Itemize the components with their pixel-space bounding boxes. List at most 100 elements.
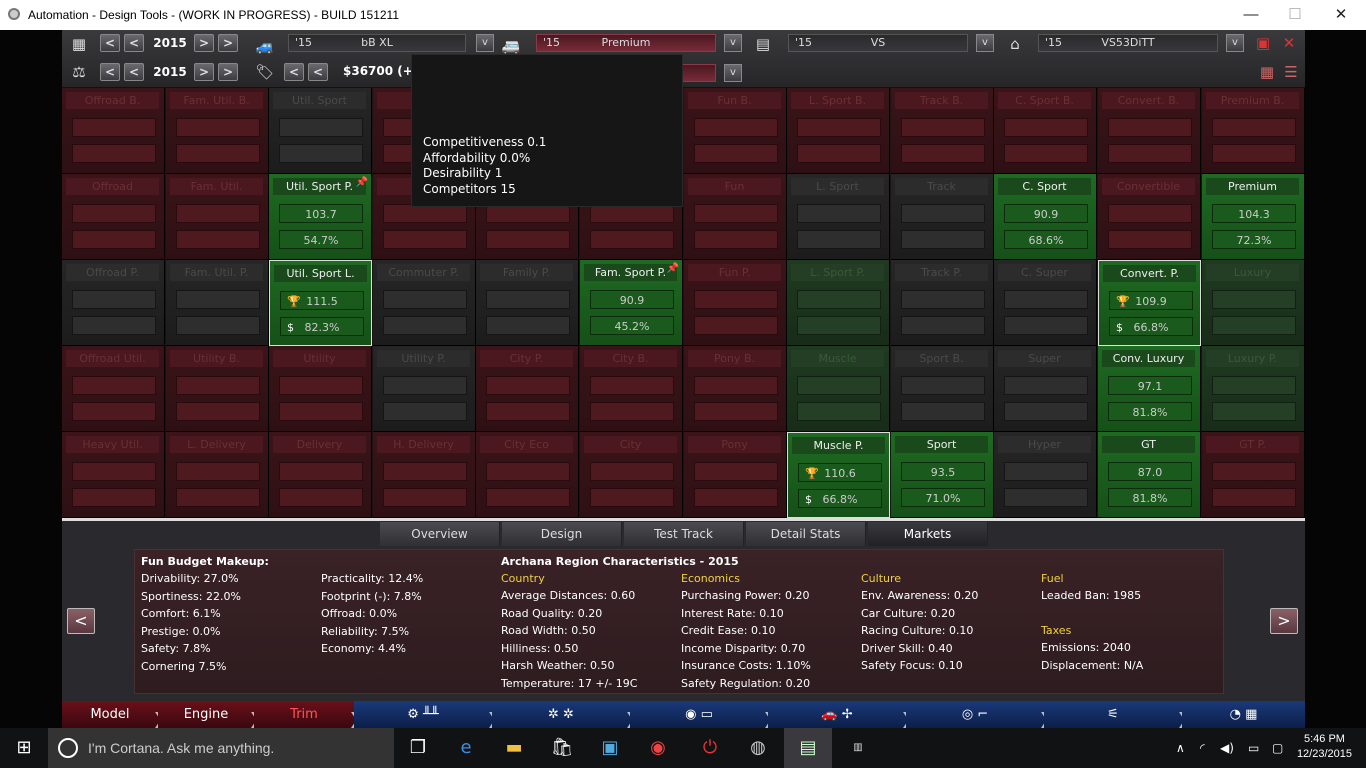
nav-parts[interactable]: ⚟❯	[1044, 701, 1190, 728]
market-cell[interactable]: Track B.	[891, 88, 994, 174]
keyboard-icon[interactable]: ▭	[1248, 728, 1259, 768]
market-cell[interactable]: Muscle P. 110.6 🏆 66.8% $	[787, 432, 890, 518]
maximize-button[interactable]: ☐	[1272, 2, 1318, 28]
nav-body[interactable]: ◉ ▭❯	[630, 701, 776, 728]
pin-icon[interactable]: 📌	[667, 263, 679, 274]
nav-finish[interactable]: ◔ ▦	[1182, 701, 1305, 728]
edge-icon[interactable]: e	[442, 728, 490, 768]
market-cell[interactable]: Offroad P.	[62, 260, 165, 346]
market-cell[interactable]: Utility	[269, 346, 372, 432]
chrome-icon[interactable]: ◉	[634, 728, 682, 768]
market-cell[interactable]: Fun	[684, 174, 787, 260]
market-cell[interactable]: Fun B.	[684, 88, 787, 174]
model-dropdown-button[interactable]: v	[476, 34, 494, 52]
engine-family-selector[interactable]: '15 VS	[788, 34, 968, 52]
tab-overview[interactable]: Overview	[380, 522, 500, 546]
market-cell[interactable]: Convert. B.	[1098, 88, 1201, 174]
tab-design[interactable]: Design	[502, 522, 622, 546]
engine-family-dropdown-button[interactable]: v	[976, 34, 994, 52]
close-design-icon[interactable]: ✕	[1278, 33, 1300, 53]
next-page-button[interactable]: >	[1270, 608, 1298, 634]
trim-dropdown-button[interactable]: v	[724, 34, 742, 52]
file-explorer-icon[interactable]: ▬	[490, 728, 538, 768]
market-cell[interactable]: Offroad Util.	[62, 346, 165, 432]
notepad-icon[interactable]: ▥	[834, 728, 882, 768]
market-cell[interactable]: Heavy Util.	[62, 432, 165, 518]
cortana-search[interactable]: I'm Cortana. Ask me anything.	[48, 728, 394, 768]
year2-prev-fast-button[interactable]: <	[100, 63, 120, 81]
year-prev-fast-button[interactable]: <	[100, 34, 120, 52]
year-next-button[interactable]: >	[194, 34, 214, 52]
nav-gearbox[interactable]: ⚙ ╨╨❯	[354, 701, 500, 728]
market-cell[interactable]: C. Super	[994, 260, 1097, 346]
market-cell[interactable]: Family P.	[476, 260, 579, 346]
market-cell[interactable]: Fam. Util. B.	[166, 88, 269, 174]
market-cell[interactable]: Hyper	[994, 432, 1097, 518]
save-icon[interactable]: ▣	[1252, 33, 1274, 53]
market-cell[interactable]: H. Delivery	[373, 432, 476, 518]
trim-selector[interactable]: '15 Premium	[536, 34, 716, 52]
market-cell[interactable]: Pony B.	[684, 346, 787, 432]
tab-markets[interactable]: Markets	[868, 522, 988, 546]
price-prev-button[interactable]: <	[308, 63, 328, 81]
automation-game-icon[interactable]: ▤	[784, 728, 832, 768]
chevron-up-icon[interactable]: ∧	[1176, 728, 1185, 768]
tab-test-track[interactable]: Test Track	[624, 522, 744, 546]
power-app-icon[interactable]: ⏻	[686, 728, 734, 768]
grid-view-icon[interactable]: ▦	[1256, 62, 1278, 82]
nav-model[interactable]: Model❯	[62, 701, 166, 728]
engine-variant-selector[interactable]: '15 VS53DiTT	[1038, 34, 1218, 52]
network-icon[interactable]: ◜	[1200, 728, 1205, 768]
tab-detail-stats[interactable]: Detail Stats	[746, 522, 866, 546]
market-cell[interactable]: C. Sport 90.9 68.6%	[994, 174, 1097, 260]
market-cell[interactable]: City P.	[476, 346, 579, 432]
market-cell[interactable]: Util. Sport P. 📌 103.7 54.7%	[269, 174, 372, 260]
nav-trim[interactable]: Trim❯	[254, 701, 362, 728]
market-cell[interactable]: Luxury	[1202, 260, 1305, 346]
market-cell[interactable]: Utility P.	[373, 346, 476, 432]
pin-icon[interactable]: 📌	[356, 177, 368, 188]
nav-interior[interactable]: ◎ ⌐❯	[906, 701, 1052, 728]
list-view-icon[interactable]: ☰	[1280, 62, 1302, 82]
market-cell[interactable]: Premium 104.3 72.3%	[1202, 174, 1305, 260]
market-cell[interactable]: L. Delivery	[166, 432, 269, 518]
market-cell[interactable]: Util. Sport L. 111.5 🏆 82.3% $	[269, 260, 372, 346]
market-cell[interactable]: L. Sport B.	[787, 88, 890, 174]
market-cell[interactable]: Sport B.	[891, 346, 994, 432]
market-cell[interactable]: Util. Sport	[269, 88, 372, 174]
market-cell[interactable]: C. Sport B.	[994, 88, 1097, 174]
market-cell[interactable]: Sport 93.5 71.0%	[891, 432, 994, 518]
minimize-button[interactable]: —	[1228, 2, 1274, 28]
volume-icon[interactable]: ◀)	[1220, 728, 1234, 768]
market-cell[interactable]: Track P.	[891, 260, 994, 346]
year2-prev-button[interactable]: <	[124, 63, 144, 81]
calendar-icon[interactable]: ▦	[68, 34, 90, 54]
prev-page-button[interactable]: <	[67, 608, 95, 634]
market-cell[interactable]: L. Sport	[787, 174, 890, 260]
close-button[interactable]: ✕	[1318, 2, 1364, 28]
market-cell[interactable]: L. Sport P.	[787, 260, 890, 346]
price-prev-fast-button[interactable]: <	[284, 63, 304, 81]
model-selector[interactable]: '15 bB XL	[288, 34, 466, 52]
market-cell[interactable]: Luxury P.	[1202, 346, 1305, 432]
market-cell[interactable]: City Eco	[476, 432, 579, 518]
steam-icon[interactable]: ◍	[734, 728, 782, 768]
market-cell[interactable]: Fun P.	[684, 260, 787, 346]
market-cell[interactable]: Convertible	[1098, 174, 1201, 260]
market-cell[interactable]: City B.	[580, 346, 683, 432]
market-cell[interactable]: GT 87.0 81.8%	[1098, 432, 1201, 518]
market-cell[interactable]: Offroad	[62, 174, 165, 260]
year2-next-fast-button[interactable]: >	[218, 63, 238, 81]
market-selector[interactable]	[682, 64, 716, 82]
year-prev-button[interactable]: <	[124, 34, 144, 52]
market-cell[interactable]: Offroad B.	[62, 88, 165, 174]
notifications-icon[interactable]: ▢	[1272, 728, 1283, 768]
store-icon[interactable]: 🛍	[538, 728, 586, 768]
windows-start-icon[interactable]: ⊞	[0, 728, 48, 768]
nav-suspension[interactable]: ✲ ✲❯	[492, 701, 638, 728]
market-dropdown-button[interactable]: v	[724, 64, 742, 82]
market-cell[interactable]: Utility B.	[166, 346, 269, 432]
market-cell[interactable]: Convert. P. 109.9 🏆 66.8% $	[1098, 260, 1201, 346]
market-cell[interactable]: GT P.	[1202, 432, 1305, 518]
market-cell[interactable]: Fam. Util. P.	[166, 260, 269, 346]
